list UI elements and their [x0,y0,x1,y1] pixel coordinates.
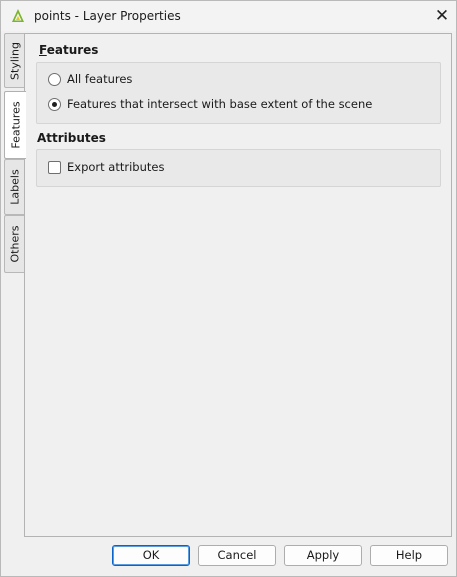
vertical-tab-strip: Styling Features Labels Others [4,33,26,538]
tab-others[interactable]: Others [4,215,24,273]
help-button[interactable]: Help [370,545,448,566]
attributes-section-title: Attributes [37,131,106,145]
tab-labels-label: Labels [8,169,21,205]
layer-properties-dialog: points - Layer Properties ✕ Styling Feat… [0,0,457,577]
qgis-logo-icon [11,8,25,24]
tab-others-label: Others [8,225,21,263]
tab-styling[interactable]: Styling [4,33,24,88]
features-title-rest: eatures [46,43,99,57]
radio-intersect-base-extent[interactable]: Features that intersect with base extent… [48,95,372,113]
features-section-title: Features [39,43,98,57]
tab-labels[interactable]: Labels [4,159,24,215]
apply-button[interactable]: Apply [284,545,362,566]
radio-intersect-base-extent-label: Features that intersect with base extent… [67,97,373,111]
tab-features[interactable]: Features [4,91,26,159]
features-group: All features Features that intersect wit… [36,62,441,124]
radio-selected-dot [52,101,57,107]
radio-button[interactable] [48,72,61,86]
export-attributes-label: Export attributes [67,160,165,174]
ok-button[interactable]: OK [112,545,190,566]
export-attributes-checkbox[interactable] [48,160,61,174]
export-attributes-checkbox-row[interactable]: Export attributes [48,158,164,176]
attributes-group: Export attributes [36,149,441,187]
cancel-button[interactable]: Cancel [198,545,276,566]
window-title: points - Layer Properties [34,9,181,23]
tab-styling-label: Styling [8,41,21,80]
features-panel: Features All features Features that inte… [24,33,452,537]
radio-all-features-label: All features [67,72,133,86]
title-bar: points - Layer Properties ✕ [1,1,456,31]
features-title-mnemonic: F [39,43,47,57]
close-icon[interactable]: ✕ [428,1,456,31]
radio-button-selected[interactable] [48,97,61,111]
radio-all-features[interactable]: All features [48,70,132,88]
tab-features-label: Features [9,101,22,149]
